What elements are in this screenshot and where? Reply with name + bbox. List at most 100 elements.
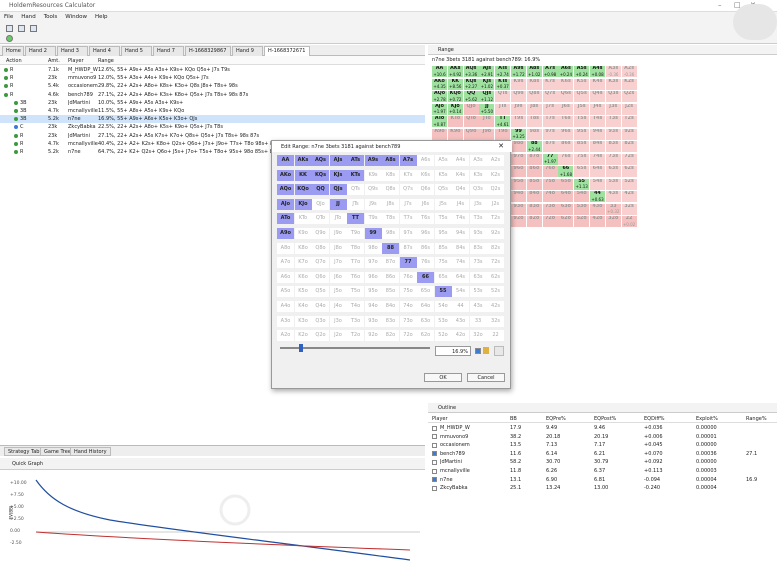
outline-checkbox[interactable]: [432, 442, 437, 448]
dialog-range-cell[interactable]: ATo: [277, 213, 294, 225]
dialog-range-cell[interactable]: A5o: [277, 286, 294, 298]
range-cell[interactable]: T7s: [542, 116, 558, 127]
menu-item-window[interactable]: Window: [65, 14, 87, 20]
dialog-range-cell[interactable]: K9o: [294, 228, 312, 239]
dialog-range-cell[interactable]: TT: [347, 213, 364, 225]
dialog-range-cell[interactable]: 82o: [382, 330, 399, 342]
range-cell[interactable]: KJo +0.14: [447, 103, 463, 115]
dialog-range-cell[interactable]: A3o: [277, 315, 294, 327]
dialog-range-cell[interactable]: 63o: [417, 315, 434, 327]
dialog-range-cell[interactable]: 84s: [452, 242, 469, 254]
range-cell[interactable]: 87s: [542, 141, 558, 152]
range-cell[interactable]: Q8s: [526, 91, 542, 102]
table-row[interactable]: 3B 23k JdMartini 10.0%, 55+ A9s+ A5s A3s+ K…: [0, 99, 425, 107]
range-cell[interactable]: 84s: [590, 141, 605, 152]
range-cell[interactable]: QJo: [463, 103, 479, 115]
range-cell[interactable]: JTs: [495, 103, 511, 115]
dialog-range-cell[interactable]: J7o: [329, 257, 347, 269]
dialog-range-cell[interactable]: 97s: [399, 228, 417, 239]
range-cell[interactable]: 72o: [542, 216, 558, 227]
range-cell[interactable]: Q5s: [574, 91, 590, 102]
range-cell[interactable]: 53o: [574, 203, 590, 215]
range-cell[interactable]: 22 +0.02: [621, 216, 637, 227]
range-cell[interactable]: J5s: [574, 103, 590, 115]
dialog-range-cell[interactable]: 77: [399, 257, 417, 269]
dialog-range-cell[interactable]: A4o: [277, 301, 294, 312]
dialog-range-cell[interactable]: AQo: [277, 184, 294, 196]
tab-0[interactable]: Home: [2, 46, 24, 56]
range-cell[interactable]: J9s: [511, 103, 526, 115]
outline-row[interactable]: bench789 11.6 6.14 6.21 +0.070 0.00036 27.1: [428, 450, 777, 458]
dialog-range-cell[interactable]: 64o: [417, 301, 434, 312]
range-cell[interactable]: A7s +0.98: [542, 66, 558, 77]
dialog-range-cell[interactable]: 54s: [452, 286, 469, 298]
range-cell[interactable]: KQo +0.72: [447, 91, 463, 102]
tab-3[interactable]: Hand 4: [89, 46, 120, 56]
table-row[interactable]: R 23k mmuvono9 12.0%, 55+ A3s+ A4s+ K9s+ KQ…: [0, 74, 425, 82]
dialog-range-cell[interactable]: J8s: [382, 198, 399, 210]
dialog-range-cell[interactable]: ATs: [347, 155, 364, 166]
dialog-range-cell[interactable]: Q9s: [364, 184, 382, 196]
range-cell[interactable]: 53s: [605, 178, 621, 190]
dialog-range-cell[interactable]: AKs: [294, 155, 312, 166]
outline-row[interactable]: JdMartini 58.2 30.70 30.79 +0.092 0.00000: [428, 458, 777, 466]
range-cell[interactable]: 74s: [590, 153, 605, 165]
dialog-range-cell[interactable]: 87o: [382, 257, 399, 269]
range-cell[interactable]: ATs +2.74: [495, 66, 511, 77]
dialog-range-cell[interactable]: 74o: [399, 301, 417, 312]
dialog-range-cell[interactable]: 92o: [364, 330, 382, 342]
range-cell[interactable]: K5s: [574, 78, 590, 90]
dialog-range-cell[interactable]: 53o: [434, 315, 452, 327]
dialog-range-cell[interactable]: J6o: [329, 271, 347, 283]
range-cell[interactable]: 64s: [590, 166, 605, 177]
dialog-range-cell[interactable]: T6s: [417, 213, 434, 225]
dialog-range-cell[interactable]: 83o: [382, 315, 399, 327]
dialog-range-cell[interactable]: 92s: [487, 228, 504, 239]
dialog-range-cell[interactable]: JTo: [329, 213, 347, 225]
dialog-range-cell[interactable]: 74s: [452, 257, 469, 269]
range-cell[interactable]: 43s: [605, 191, 621, 202]
dialog-range-cell[interactable]: T5o: [347, 286, 364, 298]
dialog-range-cell[interactable]: 73o: [399, 315, 417, 327]
range-cell[interactable]: AJo +1.97: [432, 103, 447, 115]
outline-checkbox[interactable]: [432, 468, 437, 474]
dialog-range-cell[interactable]: K2s: [487, 169, 504, 181]
range-cell[interactable]: A5s +0.24: [574, 66, 590, 77]
dialog-range-cell[interactable]: T8s: [382, 213, 399, 225]
range-cell[interactable]: 77 +1.97: [542, 153, 558, 165]
dialog-range-cell[interactable]: 86s: [417, 242, 434, 254]
range-cell[interactable]: 98o: [511, 141, 526, 152]
dialog-range-cell[interactable]: 86o: [382, 271, 399, 283]
range-cell[interactable]: AQs +3.36: [463, 66, 479, 77]
dialog-range-cell[interactable]: 66: [417, 271, 434, 283]
dialog-range-cell[interactable]: 93s: [469, 228, 487, 239]
range-cell[interactable]: QTs: [495, 91, 511, 102]
range-cell[interactable]: K6s: [558, 78, 574, 90]
dialog-range-cell[interactable]: Q2o: [312, 330, 329, 342]
minimize-icon[interactable]: –: [718, 1, 722, 9]
dialog-range-cell[interactable]: Q6s: [417, 184, 434, 196]
range-cell[interactable]: K7s: [542, 78, 558, 90]
range-cell[interactable]: 76s: [558, 153, 574, 165]
dialog-range-cell[interactable]: T9s: [364, 213, 382, 225]
range-cell[interactable]: Q7s: [542, 91, 558, 102]
range-cell[interactable]: 94o: [511, 191, 526, 202]
table-row[interactable]: R 5.4k occasionem 29.8%, 22+ A2s+ A8o+ K8s+…: [0, 82, 425, 90]
range-cell[interactable]: KQs +2.27: [463, 78, 479, 90]
dialog-range-cell[interactable]: J4s: [452, 198, 469, 210]
percent-input[interactable]: 16.9%: [435, 346, 471, 356]
range-cell[interactable]: KTo: [447, 116, 463, 127]
tab-8[interactable]: H-1668372671: [264, 46, 310, 56]
dialog-range-cell[interactable]: Q5o: [312, 286, 329, 298]
dialog-range-cell[interactable]: KQs: [312, 169, 329, 181]
range-cell[interactable]: KTs +0.37: [495, 78, 511, 90]
range-cell[interactable]: AJs +2.91: [479, 66, 495, 77]
range-cell[interactable]: 97s: [542, 128, 558, 140]
range-cell[interactable]: T3s: [605, 116, 621, 127]
dialog-range-cell[interactable]: KJs: [329, 169, 347, 181]
dialog-range-cell[interactable]: AJs: [329, 155, 347, 166]
range-cell[interactable]: A8s +1.02: [526, 66, 542, 77]
dialog-range-cell[interactable]: KJo: [294, 198, 312, 210]
dialog-range-cell[interactable]: JJ: [329, 198, 347, 210]
range-cell[interactable]: K8s: [526, 78, 542, 90]
